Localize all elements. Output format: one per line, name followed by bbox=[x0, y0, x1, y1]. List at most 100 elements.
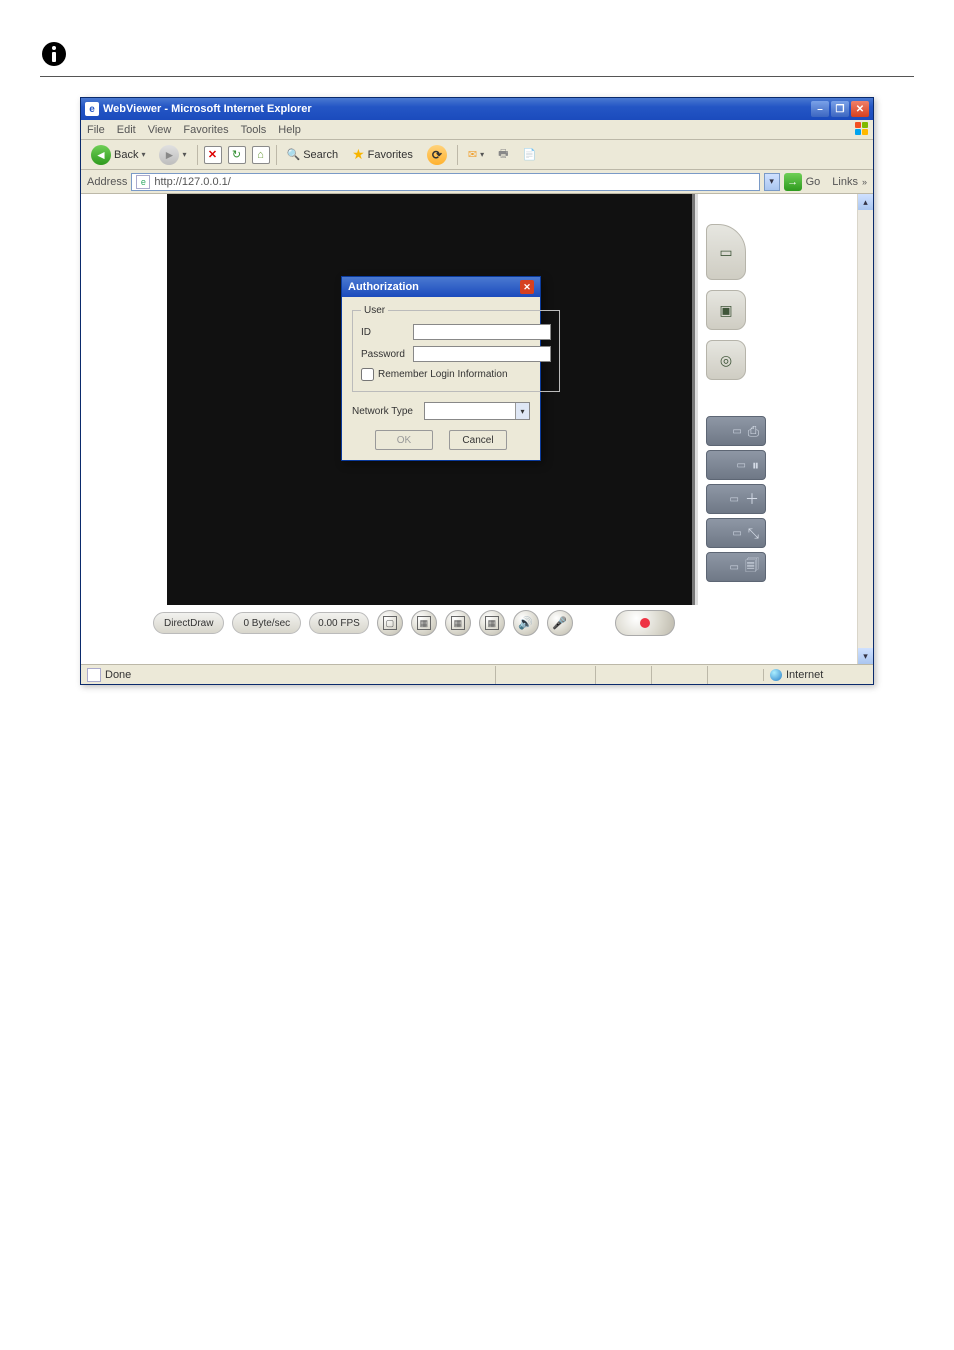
toolbar-separator bbox=[197, 145, 198, 165]
search-button[interactable]: 🔍 Search bbox=[283, 146, 343, 163]
links-label[interactable]: Links bbox=[832, 176, 858, 188]
back-label: Back bbox=[114, 149, 138, 161]
side-button-5[interactable]: ▭🗐 bbox=[706, 552, 766, 582]
status-text: Done bbox=[105, 669, 131, 681]
address-label: Address bbox=[87, 176, 127, 188]
speaker-icon: 🔊 bbox=[518, 616, 533, 630]
mic-icon: 🎤 bbox=[552, 616, 567, 630]
ie-icon: e bbox=[85, 102, 99, 116]
back-icon: ◄ bbox=[91, 145, 111, 165]
page-icon: e bbox=[136, 175, 150, 189]
layout-1x1-button[interactable]: ▢ bbox=[377, 610, 403, 636]
network-type-select[interactable]: ▾ bbox=[424, 402, 530, 420]
toolbar-separator bbox=[276, 145, 277, 165]
menu-edit[interactable]: Edit bbox=[117, 124, 136, 136]
address-dropdown[interactable]: ▾ bbox=[764, 173, 780, 191]
restore-button[interactable]: ❐ bbox=[831, 101, 849, 117]
remember-label: Remember Login Information bbox=[378, 369, 508, 380]
user-fieldset: User ID Password Remember Login Informat… bbox=[352, 305, 560, 392]
password-input[interactable] bbox=[413, 346, 551, 362]
home-button[interactable]: ⌂ bbox=[252, 146, 270, 164]
scroll-down-icon[interactable]: ▾ bbox=[858, 648, 873, 664]
dialog-title: Authorization bbox=[348, 281, 419, 293]
network-type-label: Network Type bbox=[352, 406, 424, 417]
back-button[interactable]: ◄ Back ▾ bbox=[87, 143, 149, 167]
mic-button[interactable]: 🎤 bbox=[547, 610, 573, 636]
grid-16-icon: ▦ bbox=[485, 616, 499, 630]
id-input[interactable] bbox=[413, 324, 551, 340]
chevron-right-icon[interactable]: » bbox=[862, 177, 867, 187]
menu-view[interactable]: View bbox=[148, 124, 172, 136]
menu-tools[interactable]: Tools bbox=[241, 124, 267, 136]
history-button[interactable]: ⟳ bbox=[423, 143, 451, 167]
menu-file[interactable]: File bbox=[87, 124, 105, 136]
stop-button[interactable]: ✕ bbox=[204, 146, 222, 164]
ok-button[interactable]: OK bbox=[375, 430, 433, 450]
side-tab-playback[interactable]: ▣ bbox=[706, 290, 746, 330]
go-label: Go bbox=[806, 176, 821, 188]
favorites-button[interactable]: ★ Favorites bbox=[348, 144, 417, 165]
layout-4x4-button[interactable]: ▦ bbox=[479, 610, 505, 636]
film-icon: ▣ bbox=[719, 302, 732, 319]
browser-window: e WebViewer - Microsoft Internet Explore… bbox=[80, 97, 874, 685]
side-button-1[interactable]: ▭⎙ bbox=[706, 416, 766, 446]
password-label: Password bbox=[361, 349, 413, 360]
toolbar-separator bbox=[457, 145, 458, 165]
side-button-3[interactable]: ▭＋ bbox=[706, 484, 766, 514]
mail-button[interactable]: ✉ ▾ bbox=[464, 146, 488, 163]
forward-icon: ► bbox=[159, 145, 179, 165]
chevron-down-icon: ▾ bbox=[182, 150, 186, 159]
close-button[interactable]: ✕ bbox=[851, 101, 869, 117]
audio-button[interactable]: 🔊 bbox=[513, 610, 539, 636]
record-button[interactable] bbox=[615, 610, 675, 636]
vertical-scrollbar[interactable]: ▴ ▾ bbox=[857, 194, 873, 664]
side-button-2[interactable]: ▭⏸ bbox=[706, 450, 766, 480]
dialog-close-button[interactable]: ✕ bbox=[520, 280, 534, 294]
camera-icon: ◎ bbox=[720, 352, 732, 369]
titlebar: e WebViewer - Microsoft Internet Explore… bbox=[81, 98, 873, 120]
status-cell bbox=[651, 666, 707, 684]
windows-logo-icon bbox=[853, 122, 871, 138]
grid-1-icon: ▢ bbox=[383, 616, 397, 630]
status-strip: DirectDraw 0 Byte/sec 0.00 FPS ▢ ▦ ▦ ▦ 🔊… bbox=[153, 605, 873, 641]
separator bbox=[40, 76, 914, 77]
user-legend: User bbox=[361, 305, 388, 316]
side-button-4[interactable]: ▭⤡ bbox=[706, 518, 766, 548]
document-icon bbox=[87, 668, 101, 682]
address-input[interactable]: e http://127.0.0.1/ bbox=[131, 173, 759, 191]
menu-favorites[interactable]: Favorites bbox=[183, 124, 228, 136]
toolbar: ◄ Back ▾ ► ▾ ✕ ↻ ⌂ 🔍 Search ★ Favorites bbox=[81, 140, 873, 170]
edit-button[interactable]: 📄 bbox=[519, 146, 541, 163]
record-icon bbox=[640, 618, 650, 628]
minimize-button[interactable]: – bbox=[811, 101, 829, 117]
star-icon: ★ bbox=[352, 146, 365, 163]
cancel-button[interactable]: Cancel bbox=[449, 430, 507, 450]
print-button[interactable]: 🖶 bbox=[494, 143, 512, 166]
id-label: ID bbox=[361, 327, 413, 338]
layout-2x2-button[interactable]: ▦ bbox=[411, 610, 437, 636]
side-tab-monitor[interactable]: ▭ bbox=[706, 224, 746, 280]
layout-3x3-button[interactable]: ▦ bbox=[445, 610, 471, 636]
forward-button[interactable]: ► ▾ bbox=[155, 143, 190, 167]
scroll-up-icon[interactable]: ▴ bbox=[858, 194, 873, 210]
history-icon: ⟳ bbox=[427, 145, 447, 165]
status-cell bbox=[595, 666, 651, 684]
render-mode[interactable]: DirectDraw bbox=[153, 612, 224, 634]
authorization-dialog: Authorization ✕ User ID Password bbox=[341, 276, 541, 461]
grid-4-icon: ▦ bbox=[417, 616, 431, 630]
globe-icon bbox=[770, 669, 782, 681]
grid-9-icon: ▦ bbox=[451, 616, 465, 630]
favorites-label: Favorites bbox=[368, 149, 413, 161]
go-button[interactable]: → bbox=[784, 173, 802, 191]
chevron-down-icon: ▾ bbox=[515, 403, 529, 419]
remember-checkbox[interactable] bbox=[361, 368, 374, 381]
info-icon bbox=[40, 40, 68, 68]
security-zone: Internet bbox=[763, 669, 873, 681]
refresh-button[interactable]: ↻ bbox=[228, 146, 246, 164]
side-tab-camera[interactable]: ◎ bbox=[706, 340, 746, 380]
side-panel: ▭ ▣ ◎ ▭⎙ ▭⏸ ▭＋ ▭⤡ ▭🗐 bbox=[706, 224, 766, 624]
menu-help[interactable]: Help bbox=[278, 124, 301, 136]
status-cell bbox=[707, 666, 763, 684]
chevron-down-icon: ▾ bbox=[141, 150, 145, 159]
addressbar: Address e http://127.0.0.1/ ▾ → Go Links… bbox=[81, 170, 873, 194]
